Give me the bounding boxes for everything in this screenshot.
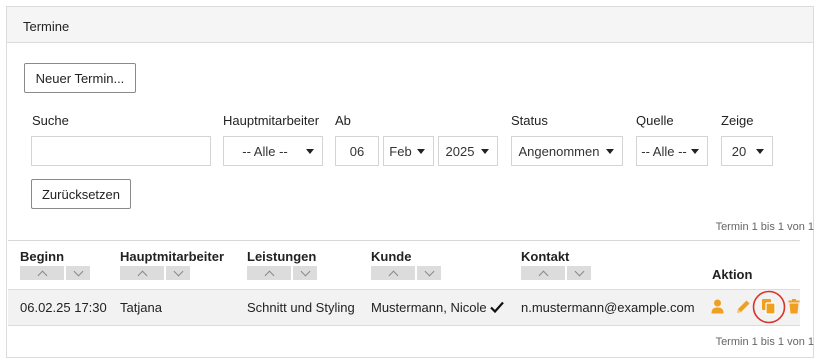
cell-employee: Tatjana [120,300,162,315]
sort-control-services [247,266,317,280]
employee-select[interactable]: -- Alle -- [223,136,323,166]
employee-label: Hauptmitarbeiter [223,113,320,128]
show-count-select[interactable]: 20 [721,136,773,166]
sort-control-customer [371,266,441,280]
chevron-up-icon [137,270,147,280]
from-year-select[interactable]: 2025 [438,136,498,166]
checkmark-icon [490,301,504,313]
sort-control-contact [521,266,591,280]
chevron-up-icon [264,270,274,280]
column-header-begin[interactable]: Beginn [20,249,64,264]
sort-asc-button[interactable] [20,266,64,280]
sort-desc-button[interactable] [166,266,190,280]
chevron-down-icon [691,148,699,154]
chevron-down-icon [73,266,83,276]
person-icon[interactable] [711,299,724,314]
column-header-customer[interactable]: Kunde [371,249,411,264]
chevron-down-icon [574,266,584,276]
search-label: Suche [32,113,69,128]
chevron-down-icon [173,266,183,276]
panel-title: Termine [7,7,813,43]
table-top-divider [8,240,800,241]
sort-asc-button[interactable] [247,266,291,280]
sort-asc-button[interactable] [120,266,164,280]
show-label: Zeige [721,113,754,128]
sort-desc-button[interactable] [293,266,317,280]
from-label: Ab [335,113,351,128]
trash-icon[interactable] [788,299,800,314]
column-header-action: Aktion [712,267,753,282]
new-appointment-button[interactable]: Neuer Termin... [24,63,136,93]
column-header-employee[interactable]: Hauptmitarbeiter [120,249,224,264]
copy-icon[interactable] [752,290,786,324]
status-label: Status [511,113,548,128]
sort-desc-button[interactable] [66,266,90,280]
chevron-up-icon [37,270,47,280]
cell-customer: Mustermann, Nicole [371,300,487,315]
cell-begin: 06.02.25 17:30 [20,300,107,315]
chevron-down-icon [306,148,314,154]
status-select[interactable]: Angenommen [511,136,623,166]
sort-asc-button[interactable] [521,266,565,280]
cell-contact: n.mustermann@example.com [521,300,695,315]
sort-asc-button[interactable] [371,266,415,280]
result-count-top: Termin 1 bis 1 von 1 [715,221,814,233]
chevron-down-icon [756,148,764,154]
reset-button[interactable]: Zurücksetzen [31,179,131,209]
search-input[interactable] [31,136,211,166]
source-label: Quelle [636,113,674,128]
cell-services: Schnitt und Styling [247,300,355,315]
chevron-down-icon [606,148,614,154]
sort-control-employee [120,266,190,280]
pencil-icon[interactable] [736,299,751,314]
result-count-bottom: Termin 1 bis 1 von 1 [715,336,814,348]
column-header-services[interactable]: Leistungen [247,249,316,264]
chevron-down-icon [417,148,425,154]
sort-control-begin [20,266,90,280]
chevron-down-icon [424,266,434,276]
sort-desc-button[interactable] [567,266,591,280]
chevron-down-icon [481,148,489,154]
chevron-up-icon [388,270,398,280]
chevron-down-icon [300,266,310,276]
source-select[interactable]: -- Alle -- [636,136,708,166]
from-month-select[interactable]: Feb [383,136,434,166]
column-header-contact[interactable]: Kontakt [521,249,569,264]
sort-desc-button[interactable] [417,266,441,280]
chevron-up-icon [538,270,548,280]
from-day-input[interactable]: 06 [335,136,379,166]
